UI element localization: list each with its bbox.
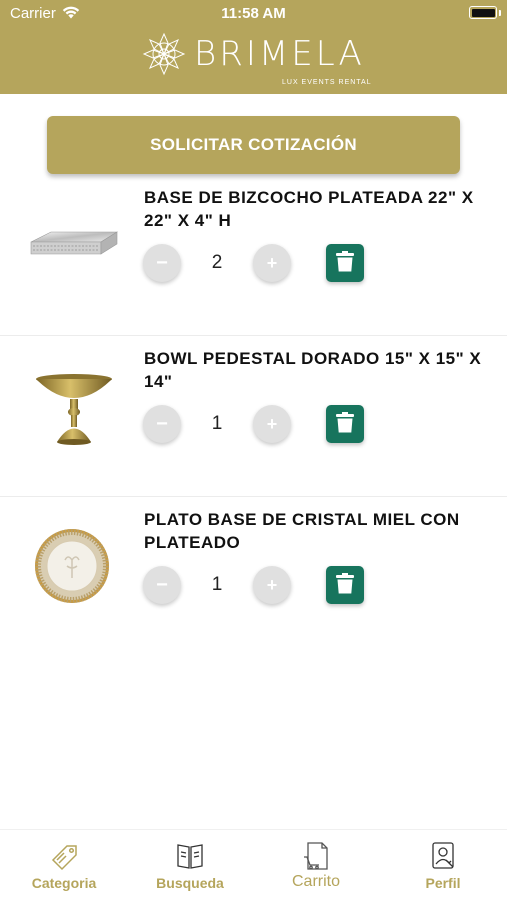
increase-quantity-button[interactable]: + bbox=[253, 244, 291, 282]
item-title: BASE DE BIZCOCHO PLATEADA 22" X 22" X 4"… bbox=[144, 188, 474, 230]
brand-tagline: LUX EVENTS RENTAL bbox=[282, 79, 372, 86]
tab-label: Categoria bbox=[31, 875, 97, 891]
quantity-value: 1 bbox=[211, 574, 223, 595]
tab-perfil[interactable]: Perfil bbox=[380, 830, 506, 900]
brand-emblem-icon bbox=[142, 32, 186, 81]
decrease-quantity-button[interactable]: − bbox=[143, 244, 181, 282]
tab-label: Busqueda bbox=[156, 875, 224, 891]
quantity-value: 2 bbox=[211, 252, 223, 273]
gold-pedestal-bowl-image bbox=[27, 357, 121, 451]
tab-busqueda[interactable]: Busqueda bbox=[127, 830, 253, 900]
delete-item-button[interactable] bbox=[326, 405, 364, 443]
trash-icon bbox=[336, 251, 354, 275]
cart-item: BASE DE BIZCOCHO PLATEADA 22" X 22" X 4"… bbox=[0, 176, 507, 336]
status-bar: Carrier 11:58 AM bbox=[0, 0, 507, 28]
quantity-value: 1 bbox=[211, 413, 223, 434]
app-header: Carrier 11:58 AM BRIMELA LUX EVENTS RENT… bbox=[0, 0, 507, 94]
app-root: Carrier 11:58 AM BRIMELA LUX EVENTS RENT… bbox=[0, 0, 507, 900]
delete-item-button[interactable] bbox=[326, 566, 364, 604]
profile-icon bbox=[428, 840, 458, 872]
increase-quantity-button[interactable]: + bbox=[253, 405, 291, 443]
silver-cake-base-image bbox=[27, 196, 121, 290]
trash-icon bbox=[336, 412, 354, 436]
trash-icon bbox=[336, 573, 354, 597]
clock-time: 11:58 AM bbox=[221, 5, 286, 22]
tab-carrito[interactable]: Carrito bbox=[253, 830, 379, 900]
book-icon bbox=[175, 840, 205, 872]
brand-name: BRIMELA bbox=[194, 34, 365, 74]
item-title: BOWL PEDESTAL DORADO 15" X 15" X 14" bbox=[144, 349, 482, 391]
glass-charger-plate-image bbox=[27, 518, 121, 612]
battery-cap bbox=[499, 10, 501, 16]
decrease-quantity-button[interactable]: − bbox=[143, 566, 181, 604]
tag-icon bbox=[49, 840, 79, 872]
item-title: PLATO BASE DE CRISTAL MIEL CON PLATEADO bbox=[144, 510, 460, 552]
cart-item: BOWL PEDESTAL DORADO 15" X 15" X 14" − 1… bbox=[0, 337, 507, 497]
delete-item-button[interactable] bbox=[326, 244, 364, 282]
decrease-quantity-button[interactable]: − bbox=[143, 405, 181, 443]
bottom-tab-bar: Categoria Busqueda Carrito Perfil bbox=[0, 829, 507, 900]
tab-label: Carrito bbox=[291, 873, 340, 890]
tab-label: Perfil bbox=[425, 875, 461, 891]
request-quote-button[interactable]: SOLICITAR COTIZACIÓN bbox=[47, 116, 460, 174]
battery-icon bbox=[469, 6, 497, 19]
cart-document-icon bbox=[301, 840, 331, 872]
tab-categoria[interactable]: Categoria bbox=[1, 830, 127, 900]
increase-quantity-button[interactable]: + bbox=[253, 566, 291, 604]
cart-item: PLATO BASE DE CRISTAL MIEL CON PLATEADO … bbox=[0, 498, 507, 658]
